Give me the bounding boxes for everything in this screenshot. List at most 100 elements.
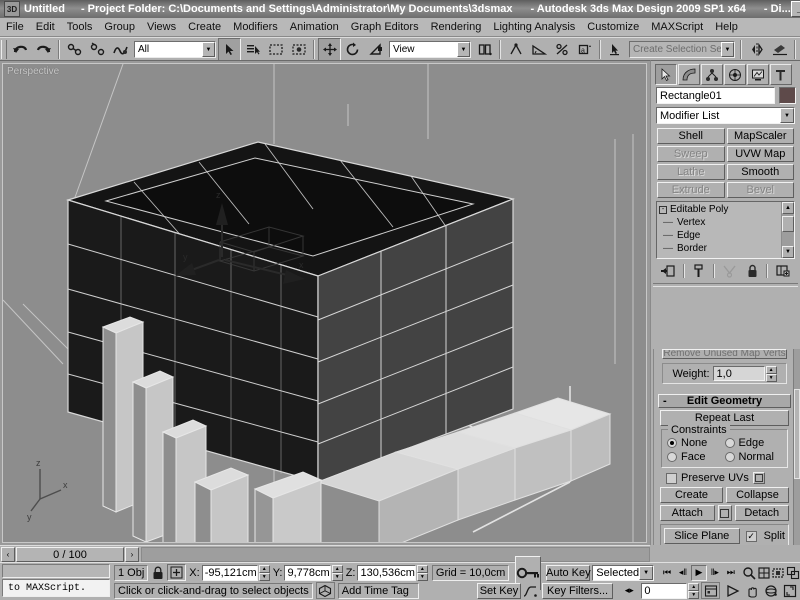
spinner-down-icon[interactable]: ▼	[416, 573, 428, 581]
selection-set-combo[interactable]: Selected ▼	[592, 564, 655, 581]
menu-edit[interactable]: Edit	[30, 20, 61, 34]
key-filters-button[interactable]: Key Filters...	[541, 582, 614, 599]
chevron-down-icon[interactable]: ▼	[639, 565, 654, 580]
expander-icon[interactable]: -	[659, 205, 667, 214]
time-slider-handle[interactable]: 0 / 100	[16, 547, 124, 562]
previous-frame-arrow[interactable]: ‹	[1, 547, 15, 562]
detach-button[interactable]: Detach	[734, 505, 789, 521]
maxscript-output-line[interactable]: to MAXScript.	[2, 579, 110, 597]
x-spinner[interactable]: ▲ ▼	[258, 565, 270, 581]
menu-views[interactable]: Views	[141, 20, 182, 34]
snaps-toggle-icon[interactable]	[504, 38, 527, 61]
uvw-map-button[interactable]: UVW Map	[726, 146, 794, 162]
time-configuration-icon[interactable]	[701, 582, 721, 599]
maxscript-mini-listener[interactable]: to MAXScript.	[2, 564, 110, 598]
chevron-down-icon[interactable]: ▼	[202, 42, 215, 57]
attach-button[interactable]: Attach	[660, 505, 715, 521]
maximize-viewport-icon[interactable]	[780, 582, 800, 599]
scroll-down-icon[interactable]: ▼	[782, 246, 794, 258]
current-frame-input[interactable]: 0	[641, 582, 688, 599]
go-to-start-button[interactable]: ⏮	[659, 564, 676, 581]
angle-snap-toggle-icon[interactable]	[527, 38, 550, 61]
weight-spinner[interactable]: ▲ ▼	[765, 366, 777, 382]
minimize-button[interactable]: _	[790, 1, 800, 17]
chevron-down-icon[interactable]: ▼	[721, 42, 734, 57]
smooth-button[interactable]: Smooth	[726, 164, 794, 180]
zoom-all-icon[interactable]	[756, 564, 771, 581]
spinner-up-icon[interactable]: ▲	[331, 565, 343, 573]
preserve-uvs-checkbox[interactable]	[666, 472, 677, 484]
play-animation-button[interactable]: ▶	[690, 564, 707, 581]
stack-item-vertex[interactable]: — Vertex	[659, 216, 781, 229]
modify-tab[interactable]	[678, 64, 700, 85]
next-frame-arrow[interactable]: ›	[125, 547, 139, 562]
auto-key-button[interactable]: Auto Key	[546, 564, 591, 581]
scroll-up-icon[interactable]: ▲	[782, 202, 794, 214]
mirror-icon[interactable]	[745, 38, 768, 61]
spinner-down-icon[interactable]: ▼	[765, 374, 777, 382]
current-frame-spinner[interactable]: ▲ ▼	[688, 583, 700, 599]
constraint-normal-radio[interactable]: Normal	[724, 451, 783, 463]
constraint-edge-radio[interactable]: Edge	[724, 437, 783, 449]
object-color-swatch[interactable]	[779, 87, 796, 104]
constraint-face-radio[interactable]: Face	[667, 451, 725, 463]
maxscript-prompt-line[interactable]	[2, 564, 110, 578]
redo-icon[interactable]	[32, 38, 55, 61]
menu-help[interactable]: Help	[709, 20, 744, 34]
create-button[interactable]: Create	[660, 487, 723, 503]
viewport-3d-scene[interactable]: z x y z x y	[3, 64, 647, 543]
attach-settings-button[interactable]	[717, 505, 732, 521]
collapse-button[interactable]: Collapse	[726, 487, 789, 503]
spinner-up-icon[interactable]: ▲	[765, 366, 777, 374]
modifier-stack[interactable]: - Editable Poly — Vertex — Edge — Border…	[656, 201, 795, 259]
menu-group[interactable]: Group	[98, 20, 141, 34]
remove-modifier-icon[interactable]	[743, 263, 761, 280]
menu-maxscript[interactable]: MAXScript	[645, 20, 709, 34]
menu-create[interactable]: Create	[182, 20, 227, 34]
stack-item-edge[interactable]: — Edge	[659, 229, 781, 242]
chevron-down-icon[interactable]: ▼	[780, 108, 794, 123]
modifier-stack-scrollbar[interactable]: ▲ ▼	[781, 202, 794, 258]
key-mode-nav-button[interactable]: ◂▸	[619, 582, 640, 599]
lock-selection-icon[interactable]	[148, 564, 168, 581]
select-and-link-icon[interactable]	[63, 38, 86, 61]
menu-animation[interactable]: Animation	[284, 20, 345, 34]
add-time-tag-button[interactable]: Add Time Tag	[337, 582, 419, 599]
select-and-rotate-icon[interactable]	[341, 38, 364, 61]
pin-stack-icon[interactable]	[660, 263, 678, 280]
pan-icon[interactable]	[742, 582, 762, 599]
bind-to-space-warp-icon[interactable]	[109, 38, 132, 61]
align-icon[interactable]	[768, 38, 791, 61]
select-object-icon[interactable]	[218, 38, 241, 61]
z-coordinate-input[interactable]: 130,536cm	[357, 564, 416, 581]
weight-input[interactable]: 1,0	[712, 366, 765, 381]
menu-tools[interactable]: Tools	[61, 20, 99, 34]
z-spinner[interactable]: ▲ ▼	[416, 565, 428, 581]
extrude-button[interactable]: Extrude	[657, 182, 725, 198]
zoom-region-icon[interactable]	[785, 564, 800, 581]
modifier-list-combo[interactable]: Modifier List ▼	[656, 107, 795, 124]
orbit-icon[interactable]	[761, 582, 781, 599]
toolbar-grip[interactable]	[1, 40, 7, 59]
spinner-up-icon[interactable]: ▲	[258, 565, 270, 573]
use-pivot-point-center-icon[interactable]	[473, 38, 496, 61]
command-panel-scroll-thumb[interactable]	[794, 389, 800, 479]
spinner-snap-toggle-icon[interactable]: a	[573, 38, 596, 61]
spinner-up-icon[interactable]: ▲	[416, 565, 428, 573]
set-key-curve-icon[interactable]	[520, 582, 540, 599]
display-tab[interactable]	[747, 64, 769, 85]
time-slider-track[interactable]	[141, 547, 650, 562]
chevron-down-icon[interactable]: ▼	[457, 42, 470, 57]
motion-tab[interactable]	[724, 64, 746, 85]
rectangular-selection-region-icon[interactable]	[264, 38, 287, 61]
select-and-uniform-scale-icon[interactable]	[364, 38, 387, 61]
field-of-view-icon[interactable]	[723, 582, 743, 599]
select-and-move-icon[interactable]	[318, 38, 341, 61]
x-coordinate-input[interactable]: -95,121cm	[201, 564, 258, 581]
stack-item-editable-poly[interactable]: - Editable Poly	[659, 203, 781, 216]
bevel-button[interactable]: Bevel	[726, 182, 794, 198]
reference-coordinate-combo[interactable]: View ▼	[389, 41, 471, 58]
spinner-up-icon[interactable]: ▲	[688, 583, 700, 591]
named-selection-set-combo[interactable]: Create Selection Set ▼	[629, 41, 735, 58]
shell-button[interactable]: Shell	[657, 128, 725, 144]
